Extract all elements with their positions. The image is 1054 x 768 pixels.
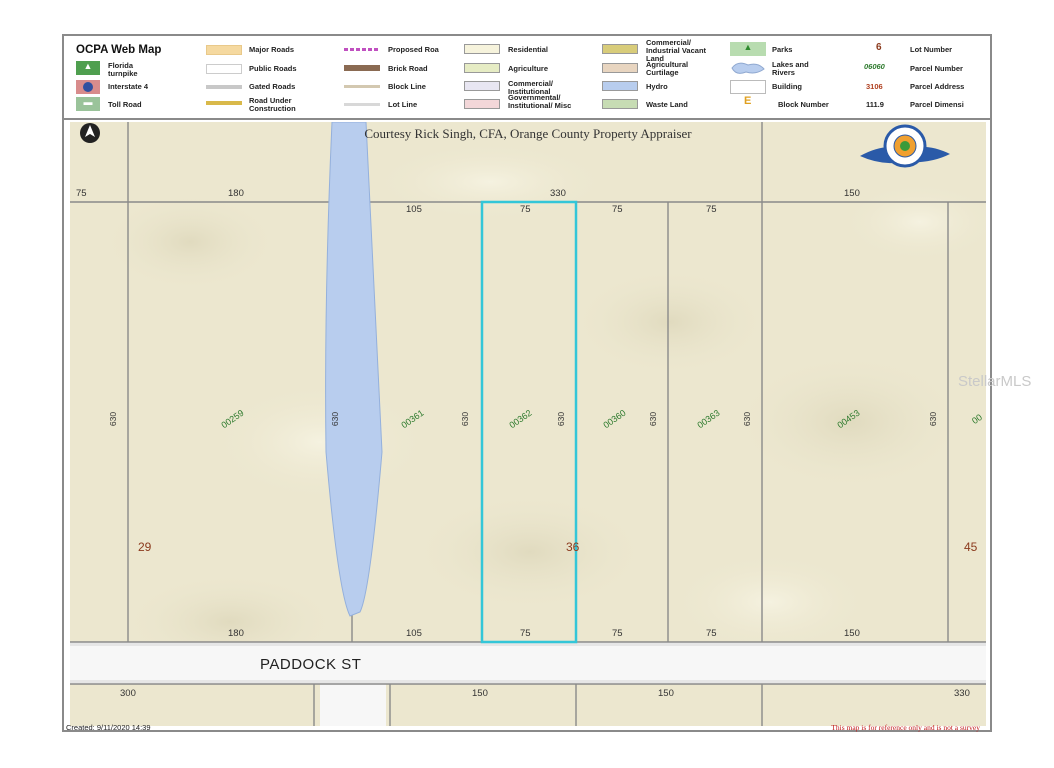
side-dimension: 630 [460, 411, 471, 427]
parcel-map[interactable]: Courtesy Rick Singh, CFA, Orange County … [70, 122, 986, 726]
public-roads-swatch [206, 64, 242, 74]
side-dimension: 630 [556, 411, 567, 427]
parcel-number-sample: 06060 [864, 62, 885, 71]
created-timestamp: Created: 9/11/2020 14:39 [66, 723, 151, 732]
lot-number: 45 [964, 540, 978, 554]
dimension-label: 330 [550, 188, 566, 199]
governmental-swatch [464, 99, 500, 109]
dimension-label: 75 [706, 204, 717, 215]
legend-label: Lot Number [910, 45, 953, 54]
legend-label: Florida turnpike [108, 61, 138, 78]
gated-roads-swatch [206, 85, 242, 89]
vacant-land-swatch [602, 44, 638, 54]
dimension-label: 105 [406, 628, 422, 639]
legend: OCPA Web Map ▲ Florida turnpike Intersta… [64, 36, 990, 120]
legend-title: OCPA Web Map [76, 44, 162, 56]
legend-label: Agriculture [508, 64, 549, 73]
side-dimension: 630 [330, 411, 341, 427]
parcel-dimension-sample: 111.9 [866, 100, 884, 109]
legend-label: Road Under Construction [249, 96, 296, 113]
dimension-label: 300 [120, 688, 136, 699]
legend-label: Brick Road [388, 64, 428, 73]
proposed-road-swatch [344, 48, 380, 51]
dimension-label: 75 [520, 628, 531, 639]
construction-icon [206, 101, 242, 105]
legend-label: Major Roads [249, 45, 295, 54]
lot-number-sample: 6 [876, 42, 882, 53]
legend-label: Residential [508, 45, 549, 54]
brick-road-swatch [344, 65, 380, 71]
waste-land-swatch [602, 99, 638, 109]
legend-label: Parcel Address [910, 82, 965, 91]
dimension-label: 75 [520, 204, 531, 215]
block-number-sample: E [744, 95, 752, 107]
street-label: PADDOCK ST [260, 656, 362, 673]
lot-number: 29 [138, 540, 152, 554]
agriculture-swatch [464, 63, 500, 73]
residential-swatch [464, 44, 500, 54]
legend-label: Proposed Roa [388, 45, 439, 54]
legend-label: Gated Roads [249, 82, 296, 91]
dimension-label: 150 [658, 688, 674, 699]
legend-label: Lakes and Rivers [772, 60, 809, 77]
dimension-label: 75 [76, 188, 87, 199]
legend-label: Parks [772, 45, 793, 54]
interstate-icon [76, 80, 100, 94]
legend-label: Agricultural Curtilage [646, 60, 689, 77]
building-swatch [730, 80, 766, 94]
dimension-label: 180 [228, 188, 244, 199]
watermark: StellarMLS [958, 373, 1032, 390]
parcel-address-sample: 3106 [866, 82, 883, 91]
legend-label: Public Roads [249, 64, 297, 73]
block-line-swatch [344, 85, 380, 88]
dimension-label: 330 [954, 688, 970, 699]
legend-label: Interstate 4 [108, 82, 149, 91]
lakes-icon [730, 60, 766, 76]
dimension-label: 150 [472, 688, 488, 699]
dimension-label: 150 [844, 628, 860, 639]
legend-label: Parcel Number [910, 64, 963, 73]
hydro-swatch [602, 81, 638, 91]
legend-label: Block Line [388, 82, 426, 91]
toll-road-icon: ▬ [76, 97, 100, 111]
dimension-label: 105 [406, 204, 422, 215]
side-dimension: 630 [108, 411, 119, 427]
map-frame: OCPA Web Map ▲ Florida turnpike Intersta… [62, 34, 992, 732]
legend-label: Waste Land [646, 100, 688, 109]
dimension-label: 75 [612, 628, 623, 639]
major-roads-swatch [206, 45, 242, 55]
legend-label: Governmental/ Institutional/ Misc [508, 93, 572, 110]
lot-number: 36 [566, 540, 580, 554]
side-dimension: 630 [928, 411, 939, 427]
lot-line-swatch [344, 103, 380, 106]
legend-label: Hydro [646, 82, 668, 91]
legend-label: Toll Road [108, 100, 142, 109]
legend-label: Parcel Dimensi [910, 100, 964, 109]
dimension-label: 75 [612, 204, 623, 215]
disclaimer-text: This map is for reference only and is no… [831, 723, 980, 732]
legend-label: Lot Line [388, 100, 418, 109]
legend-label: Block Number [778, 100, 829, 109]
turnpike-icon: ▲ [76, 61, 100, 75]
parks-icon: ▲ [730, 42, 766, 56]
courtesy-text: Courtesy Rick Singh, CFA, Orange County … [364, 126, 692, 141]
curtilage-swatch [602, 63, 638, 73]
side-dimension: 630 [742, 411, 753, 427]
dimension-label: 180 [228, 628, 244, 639]
dimension-label: 75 [706, 628, 717, 639]
side-dimension: 630 [648, 411, 659, 427]
commercial-swatch [464, 81, 500, 91]
dimension-label: 150 [844, 188, 860, 199]
legend-label: Building [772, 82, 802, 91]
